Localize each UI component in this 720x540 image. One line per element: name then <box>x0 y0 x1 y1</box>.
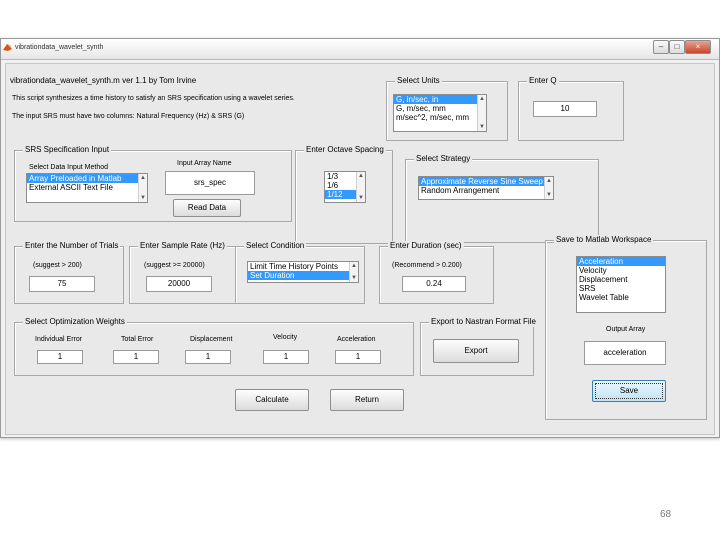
scroll-up-icon[interactable]: ▲ <box>545 177 553 185</box>
weight-label-displacement: Displacement <box>190 336 233 343</box>
weight-label-velocity: Velocity <box>273 334 298 341</box>
octave-spacing-panel: Enter Octave Spacing 1/3 1/6 1/12 ▲ ▼ <box>295 145 393 244</box>
srs-spec-panel: SRS Specification Input Select Data Inpu… <box>14 145 292 222</box>
close-button[interactable]: × <box>685 40 711 54</box>
data-method-listbox[interactable]: Array Preloaded in Matlab External ASCII… <box>26 173 148 203</box>
scroll-up-icon[interactable]: ▲ <box>350 262 358 270</box>
scroll-down-icon[interactable]: ▼ <box>139 194 147 202</box>
sample-rate-input[interactable]: 20000 <box>146 276 212 292</box>
data-method-option[interactable]: Array Preloaded in Matlab <box>27 174 147 183</box>
trials-panel: Enter the Number of Trials (suggest > 20… <box>14 241 124 304</box>
export-panel: Export to Nastran Format File Export <box>420 317 538 376</box>
trials-title: Enter the Number of Trials <box>23 241 121 251</box>
page-number: 68 <box>660 509 672 520</box>
strategy-scrollbar[interactable]: ▲ ▼ <box>544 177 553 199</box>
input-array-label: Input Array Name <box>177 160 232 167</box>
sample-rate-panel: Enter Sample Rate (Hz) (suggest >= 20000… <box>129 241 237 304</box>
weights-title: Select Optimization Weights <box>23 317 127 327</box>
output-array-label: Output Array <box>606 326 646 333</box>
strategy-panel: Select Strategy Approximate Reverse Sine… <box>405 154 599 243</box>
export-title: Export to Nastran Format File <box>429 317 538 327</box>
scroll-down-icon[interactable]: ▼ <box>545 191 553 199</box>
scroll-down-icon[interactable]: ▼ <box>478 123 486 131</box>
strategy-option[interactable]: Approximate Reverse Sine Sweep <box>419 177 553 186</box>
weight-input-displacement[interactable]: 1 <box>185 350 231 364</box>
scroll-down-icon[interactable]: ▼ <box>350 274 358 282</box>
data-method-option[interactable]: External ASCII Text File <box>27 183 147 192</box>
units-option[interactable]: G, m/sec, mm <box>394 104 486 113</box>
sample-rate-title: Enter Sample Rate (Hz) <box>138 241 227 251</box>
trials-input[interactable]: 75 <box>29 276 95 292</box>
octave-listbox[interactable]: 1/3 1/6 1/12 ▲ ▼ <box>324 171 366 203</box>
workspace-option[interactable]: Displacement <box>577 275 665 284</box>
matlab-icon <box>3 44 12 51</box>
sample-rate-hint: (suggest >= 20000) <box>144 262 205 269</box>
description-line-2: The input SRS must have two columns: Nat… <box>12 113 245 120</box>
input-array-field[interactable]: srs_spec <box>165 171 255 195</box>
workspace-option[interactable]: Wavelet Table <box>577 293 665 302</box>
save-button[interactable]: Save <box>592 380 666 402</box>
duration-hint: (Recommend > 0.200) <box>392 262 462 269</box>
units-scrollbar[interactable]: ▲ ▼ <box>477 95 486 131</box>
weight-label-acceleration: Acceleration <box>337 336 376 343</box>
octave-scrollbar[interactable]: ▲ ▼ <box>356 172 365 202</box>
weight-input-acceleration[interactable]: 1 <box>335 350 381 364</box>
condition-scrollbar[interactable]: ▲ ▼ <box>349 262 358 282</box>
duration-title: Enter Duration (sec) <box>388 241 464 251</box>
condition-panel: Select Condition Limit Time History Poin… <box>235 241 365 304</box>
q-input[interactable]: 10 <box>533 101 597 117</box>
scroll-up-icon[interactable]: ▲ <box>357 172 365 180</box>
workspace-option[interactable]: SRS <box>577 284 665 293</box>
figure-content: vibrationdata_wavelet_synth.m ver 1.1 by… <box>5 63 715 435</box>
workspace-panel: Save to Matlab Workspace Acceleration Ve… <box>545 235 707 420</box>
weights-panel: Select Optimization Weights Individual E… <box>14 317 414 376</box>
maximize-button[interactable]: □ <box>669 40 685 54</box>
calculate-button[interactable]: Calculate <box>235 389 309 411</box>
duration-input[interactable]: 0.24 <box>402 276 466 292</box>
return-button[interactable]: Return <box>330 389 404 411</box>
minimize-button[interactable]: – <box>653 40 669 54</box>
units-option[interactable]: m/sec^2, m/sec, mm <box>394 113 486 122</box>
condition-option[interactable]: Set Duration <box>248 271 358 280</box>
condition-listbox[interactable]: Limit Time History Points Set Duration ▲… <box>247 261 359 283</box>
units-listbox[interactable]: G, in/sec, in G, m/sec, mm m/sec^2, m/se… <box>393 94 487 132</box>
strategy-title: Select Strategy <box>414 154 473 164</box>
scroll-up-icon[interactable]: ▲ <box>478 95 486 103</box>
app-window: vibrationdata_wavelet_synth – □ × vibrat… <box>0 38 720 438</box>
weight-input-total[interactable]: 1 <box>113 350 159 364</box>
strategy-listbox[interactable]: Approximate Reverse Sine Sweep Random Ar… <box>418 176 554 200</box>
description-line-1: This script synthesizes a time history t… <box>12 95 295 102</box>
condition-title: Select Condition <box>244 241 307 251</box>
workspace-option[interactable]: Acceleration <box>577 257 665 266</box>
enter-q-title: Enter Q <box>527 76 559 86</box>
weight-input-velocity[interactable]: 1 <box>263 350 309 364</box>
window-title: vibrationdata_wavelet_synth <box>15 44 104 51</box>
weight-label-individual: Individual Error <box>35 336 83 343</box>
workspace-option[interactable]: Velocity <box>577 266 665 275</box>
title-bar: vibrationdata_wavelet_synth – □ × <box>1 39 719 60</box>
select-units-panel: Select Units G, in/sec, in G, m/sec, mm … <box>386 76 508 141</box>
condition-option[interactable]: Limit Time History Points <box>248 262 358 271</box>
enter-q-panel: Enter Q 10 <box>518 76 624 141</box>
trials-hint: (suggest > 200) <box>33 262 82 269</box>
output-array-field[interactable]: acceleration <box>584 341 666 365</box>
select-units-title: Select Units <box>395 76 442 86</box>
units-option[interactable]: G, in/sec, in <box>394 95 486 104</box>
weight-input-individual[interactable]: 1 <box>37 350 83 364</box>
scroll-up-icon[interactable]: ▲ <box>139 174 147 182</box>
script-title: vibrationdata_wavelet_synth.m ver 1.1 by… <box>10 76 197 85</box>
srs-spec-title: SRS Specification Input <box>23 145 112 155</box>
octave-spacing-title: Enter Octave Spacing <box>304 145 386 155</box>
export-button[interactable]: Export <box>433 339 519 363</box>
workspace-title: Save to Matlab Workspace <box>554 235 654 245</box>
data-method-label: Select Data Input Method <box>29 164 108 171</box>
workspace-listbox[interactable]: Acceleration Velocity Displacement SRS W… <box>576 256 666 313</box>
data-method-scrollbar[interactable]: ▲ ▼ <box>138 174 147 202</box>
strategy-option[interactable]: Random Arrangement <box>419 186 553 195</box>
scroll-down-icon[interactable]: ▼ <box>357 194 365 202</box>
duration-panel: Enter Duration (sec) (Recommend > 0.200)… <box>379 241 494 304</box>
read-data-button[interactable]: Read Data <box>173 199 241 217</box>
weight-label-total: Total Error <box>121 336 154 343</box>
